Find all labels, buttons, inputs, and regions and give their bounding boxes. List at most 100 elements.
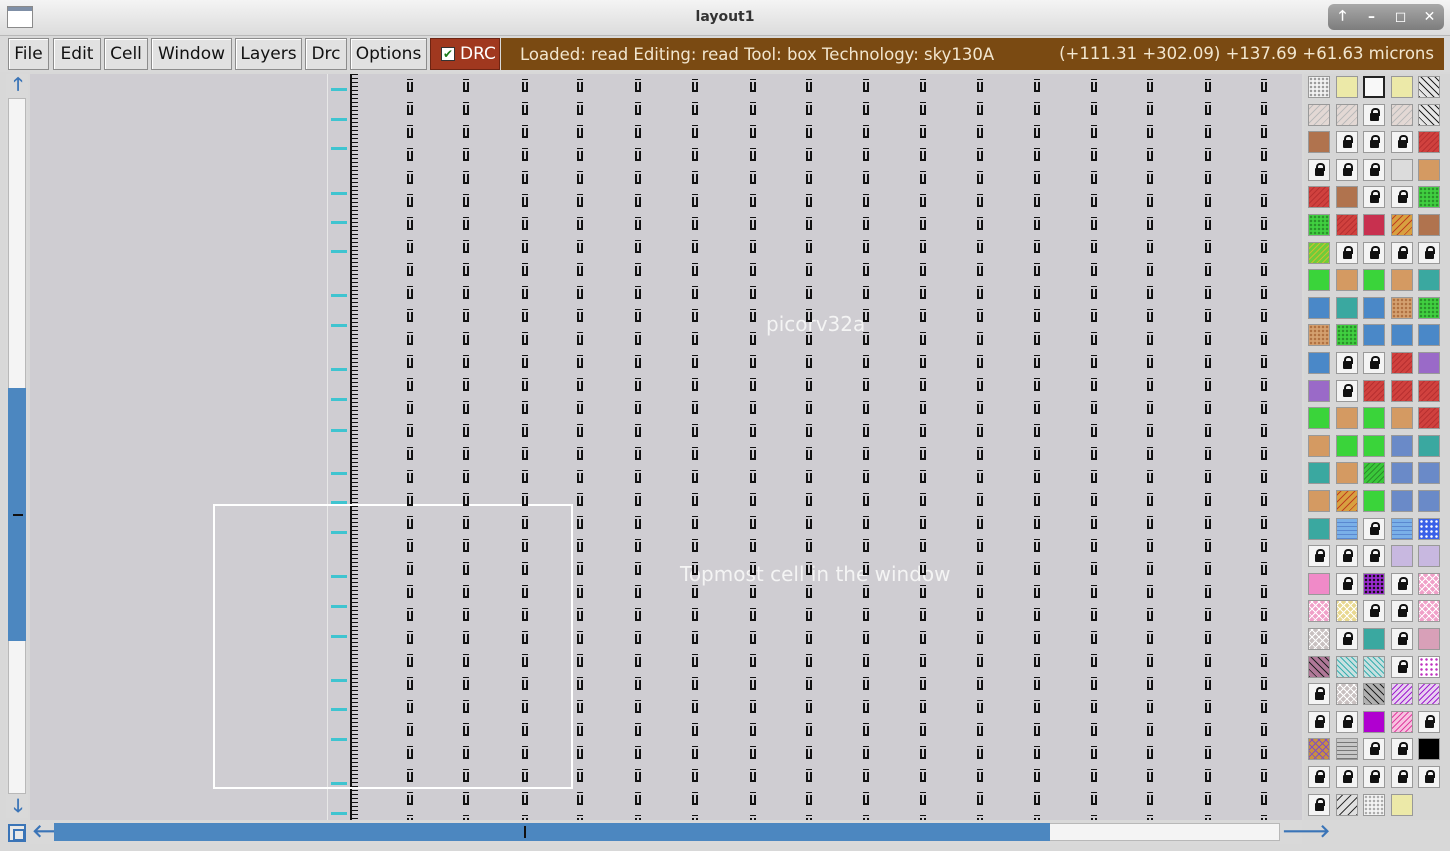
locked-layer-icon[interactable] — [1363, 517, 1385, 540]
layout-canvas[interactable]: picorv32a Topmost cell in the window — [30, 74, 1302, 820]
layer-swatch-mauve-diag[interactable] — [1308, 655, 1330, 678]
layer-swatch-purple-dense[interactable] — [1363, 572, 1385, 595]
layer-swatch-tan[interactable] — [1308, 434, 1330, 457]
layer-swatch-pink[interactable] — [1308, 572, 1330, 595]
locked-layer-icon[interactable] — [1308, 793, 1330, 816]
layer-swatch-red[interactable] — [1418, 379, 1440, 402]
locked-layer-icon[interactable] — [1335, 710, 1358, 733]
layer-swatch-gray-light[interactable] — [1390, 158, 1413, 181]
layer-swatch-gray-waves[interactable] — [1335, 738, 1358, 761]
layer-swatch-tan[interactable] — [1335, 269, 1358, 292]
layer-swatch-green[interactable] — [1363, 434, 1385, 457]
menu-options[interactable]: Options — [350, 38, 427, 70]
layer-swatch-green-dots[interactable] — [1308, 214, 1330, 236]
maximize-icon[interactable]: ◻ — [1390, 9, 1412, 25]
layer-swatch-magenta[interactable] — [1363, 710, 1385, 733]
layer-swatch-green[interactable] — [1363, 407, 1385, 430]
layer-swatch-tan[interactable] — [1418, 158, 1440, 181]
locked-layer-icon[interactable] — [1418, 710, 1440, 733]
layer-swatch-outline-white[interactable] — [1363, 76, 1385, 98]
locked-layer-icon[interactable] — [1335, 131, 1358, 154]
layer-swatch-crimson[interactable] — [1363, 214, 1385, 236]
layer-swatch-dots-white[interactable] — [1308, 76, 1330, 98]
menu-file[interactable]: File — [8, 38, 49, 70]
scroll-down-arrow-icon[interactable]: 🡓 — [9, 798, 27, 816]
layer-swatch-red[interactable] — [1335, 214, 1358, 236]
layer-swatch-brown[interactable] — [1308, 131, 1330, 154]
layer-swatch-gold-cross[interactable] — [1308, 738, 1330, 761]
scroll-left-arrow-icon[interactable]: 🡐 — [32, 823, 80, 841]
locked-layer-icon[interactable] — [1308, 710, 1330, 733]
locked-layer-icon[interactable] — [1363, 545, 1385, 568]
layer-swatch-blue-x[interactable] — [1308, 296, 1330, 319]
layer-swatch-blue-waves[interactable] — [1335, 517, 1358, 540]
locked-layer-icon[interactable] — [1363, 600, 1385, 623]
layer-swatch-diag-black[interactable] — [1418, 76, 1440, 98]
locked-layer-icon[interactable] — [1335, 241, 1358, 264]
layer-swatch-teal-diag[interactable] — [1363, 655, 1385, 678]
scroll-right-arrow-icon[interactable]: 🡒 — [1282, 823, 1330, 841]
layer-swatch-red[interactable] — [1308, 186, 1330, 209]
locked-layer-icon[interactable] — [1418, 241, 1440, 264]
locked-layer-icon[interactable] — [1390, 131, 1413, 154]
layer-swatch-orange-diag[interactable] — [1335, 490, 1358, 512]
layer-swatch-diag-pale[interactable] — [1390, 103, 1413, 126]
layer-swatch-tan[interactable] — [1335, 407, 1358, 430]
locked-layer-icon[interactable] — [1390, 738, 1413, 761]
locked-layer-icon[interactable] — [1390, 628, 1413, 650]
layer-swatch-green-dots[interactable] — [1418, 296, 1440, 319]
layer-swatch-teal-diag[interactable] — [1335, 655, 1358, 678]
layer-swatch-diag-pale[interactable] — [1335, 103, 1358, 126]
locked-layer-icon[interactable] — [1363, 738, 1385, 761]
layer-swatch-yellow-pale[interactable] — [1335, 76, 1358, 98]
layer-swatch-red[interactable] — [1418, 131, 1440, 154]
locked-layer-icon[interactable] — [1390, 241, 1413, 264]
layer-swatch-navy-x[interactable] — [1418, 462, 1440, 485]
layer-swatch-teal-x[interactable] — [1335, 296, 1358, 319]
locked-layer-icon[interactable] — [1390, 655, 1413, 678]
locked-layer-icon[interactable] — [1363, 186, 1385, 209]
layer-swatch-tan[interactable] — [1335, 462, 1358, 485]
locked-layer-icon[interactable] — [1308, 158, 1330, 181]
layer-swatch-white-dots[interactable] — [1363, 793, 1385, 816]
layer-swatch-green[interactable] — [1363, 490, 1385, 512]
layer-swatch-blue-x[interactable] — [1363, 296, 1385, 319]
layer-swatch-yellow-cross[interactable] — [1335, 600, 1358, 623]
minimize-icon[interactable]: – — [1361, 9, 1383, 25]
layer-swatch-gray-cross[interactable] — [1335, 683, 1358, 706]
layer-swatch-blue-x[interactable] — [1418, 324, 1440, 347]
layer-swatch-navy-x[interactable] — [1418, 490, 1440, 512]
layer-swatch-lavender[interactable] — [1418, 545, 1440, 568]
layer-swatch-green-yellow[interactable] — [1308, 241, 1330, 264]
horizontal-scroll-thumb[interactable] — [54, 823, 1050, 841]
locked-layer-icon[interactable] — [1390, 572, 1413, 595]
menu-window[interactable]: Window — [151, 38, 232, 70]
locked-layer-icon[interactable] — [1363, 103, 1385, 126]
layer-swatch-orange-diag[interactable] — [1390, 214, 1413, 236]
layer-swatch-tan[interactable] — [1390, 269, 1413, 292]
menu-layers[interactable]: Layers — [235, 38, 302, 70]
layer-swatch-teal-x[interactable] — [1363, 628, 1385, 650]
locked-layer-icon[interactable] — [1363, 158, 1385, 181]
layer-swatch-teal-x[interactable] — [1418, 434, 1440, 457]
layer-swatch-green[interactable] — [1308, 407, 1330, 430]
layer-swatch-teal-x[interactable] — [1308, 517, 1330, 540]
layer-swatch-purple-diag[interactable] — [1390, 683, 1413, 706]
layer-swatch-green[interactable] — [1363, 269, 1385, 292]
locked-layer-icon[interactable] — [1335, 352, 1358, 374]
layer-swatch-lavender[interactable] — [1390, 545, 1413, 568]
layer-swatch-navy-x[interactable] — [1390, 462, 1413, 485]
layer-swatch-green-dots[interactable] — [1335, 324, 1358, 347]
layer-swatch-purple-diag[interactable] — [1418, 683, 1440, 706]
locked-layer-icon[interactable] — [1363, 352, 1385, 374]
layer-swatch-red[interactable] — [1363, 379, 1385, 402]
locked-layer-icon[interactable] — [1308, 766, 1330, 788]
layer-swatch-pink-cross[interactable] — [1308, 600, 1330, 623]
horizontal-scrollbar[interactable]: 🡐 🡒 — [30, 820, 1330, 844]
layer-swatch-blue-checks[interactable] — [1418, 517, 1440, 540]
scroll-up-arrow-icon[interactable]: 🡑 — [9, 76, 27, 94]
locked-layer-icon[interactable] — [1363, 131, 1385, 154]
layer-swatch-blue-x[interactable] — [1363, 324, 1385, 347]
layer-swatch-brown[interactable] — [1335, 186, 1358, 209]
layer-swatch-purple-x[interactable] — [1418, 352, 1440, 374]
